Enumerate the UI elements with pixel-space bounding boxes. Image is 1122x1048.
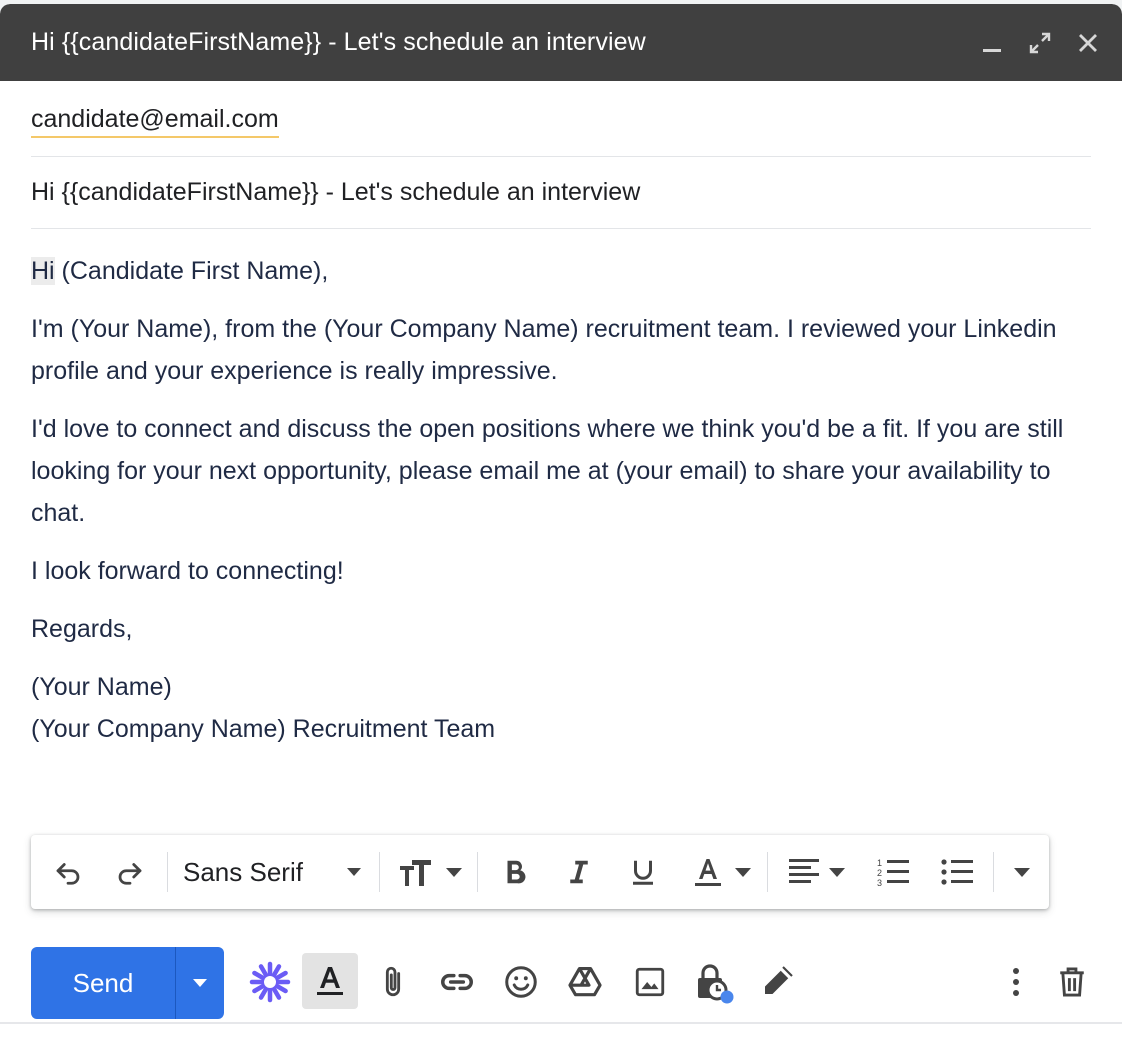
numbered-list-icon[interactable]: 1 2 3	[871, 852, 915, 892]
body-paragraph-3: I look forward to connecting!	[31, 557, 344, 585]
body-paragraph-2: I'd love to connect and discuss the open…	[31, 415, 1064, 527]
attach-icon[interactable]	[368, 957, 418, 1007]
signature-icon[interactable]	[752, 957, 802, 1007]
confidential-mode-icon[interactable]	[688, 957, 738, 1007]
compose-actions-bar: Send	[0, 944, 1122, 1024]
subject-input[interactable]: Hi {{candidateFirstName}} - Let's schedu…	[31, 178, 640, 207]
recipient-chip[interactable]: candidate@email.com	[31, 105, 279, 138]
text-color-icon[interactable]	[687, 852, 755, 892]
bold-icon[interactable]	[495, 852, 535, 892]
font-select-label: Sans Serif	[183, 856, 303, 887]
send-button-group: Send	[31, 947, 224, 1019]
compose-window: Hi {{candidateFirstName}} - Let's schedu…	[0, 4, 1122, 1048]
close-icon[interactable]	[1074, 29, 1102, 57]
send-options-icon[interactable]	[176, 947, 224, 1019]
expand-icon[interactable]	[1026, 29, 1054, 57]
photo-icon[interactable]	[625, 957, 675, 1007]
emoji-icon[interactable]	[496, 957, 546, 1007]
send-button[interactable]: Send	[31, 947, 175, 1019]
body-paragraph-1: I'm (Your Name), from the (Your Company …	[31, 315, 1057, 385]
align-icon[interactable]	[785, 852, 857, 892]
greeting-line: Hi (Candidate First Name),	[31, 250, 1101, 292]
more-options-icon[interactable]	[991, 957, 1041, 1007]
more-formatting-icon[interactable]	[1007, 852, 1037, 892]
toolbar-divider	[167, 852, 168, 892]
font-select[interactable]: Sans Serif	[183, 852, 363, 892]
discard-icon[interactable]	[1047, 957, 1097, 1007]
formatting-options-icon[interactable]	[302, 953, 358, 1009]
toolbar-divider	[767, 852, 768, 892]
signature-line-2: (Your Company Name) Recruitment Team	[31, 715, 496, 743]
link-icon[interactable]	[432, 957, 482, 1007]
minimize-icon[interactable]	[978, 29, 1006, 57]
redo-icon[interactable]	[111, 852, 149, 892]
to-field[interactable]: candidate@email.com	[31, 81, 1091, 157]
toolbar-divider	[379, 852, 380, 892]
svg-text:2: 2	[877, 868, 882, 878]
compose-bottom-border	[0, 1022, 1122, 1024]
greeting-rest: (Candidate First Name),	[54, 257, 329, 285]
signature-block: (Your Name) (Your Company Name) Recruitm…	[31, 666, 1101, 750]
compose-title-bar[interactable]: Hi {{candidateFirstName}} - Let's schedu…	[0, 4, 1122, 81]
closing-line: Regards,	[31, 615, 133, 643]
text-size-icon[interactable]	[393, 852, 465, 892]
ai-sparkle-icon[interactable]	[245, 957, 295, 1007]
italic-icon[interactable]	[559, 852, 599, 892]
toolbar-divider	[477, 852, 478, 892]
window-controls	[978, 29, 1102, 57]
formatting-toolbar: Sans Serif 1 2 3	[31, 835, 1049, 909]
drive-icon[interactable]	[560, 957, 610, 1007]
chevron-down-icon	[347, 868, 361, 876]
undo-icon[interactable]	[49, 852, 87, 892]
signature-line-1: (Your Name)	[31, 673, 172, 701]
toolbar-divider	[993, 852, 994, 892]
underline-icon[interactable]	[623, 852, 663, 892]
message-body[interactable]: Hi (Candidate First Name), I'm (Your Nam…	[31, 250, 1101, 750]
subject-field[interactable]: Hi {{candidateFirstName}} - Let's schedu…	[31, 156, 1091, 229]
svg-text:1: 1	[877, 858, 882, 868]
svg-text:3: 3	[877, 878, 882, 888]
greeting-hi: Hi	[31, 257, 55, 285]
compose-title: Hi {{candidateFirstName}} - Let's schedu…	[31, 28, 646, 56]
bulleted-list-icon[interactable]	[935, 852, 979, 892]
